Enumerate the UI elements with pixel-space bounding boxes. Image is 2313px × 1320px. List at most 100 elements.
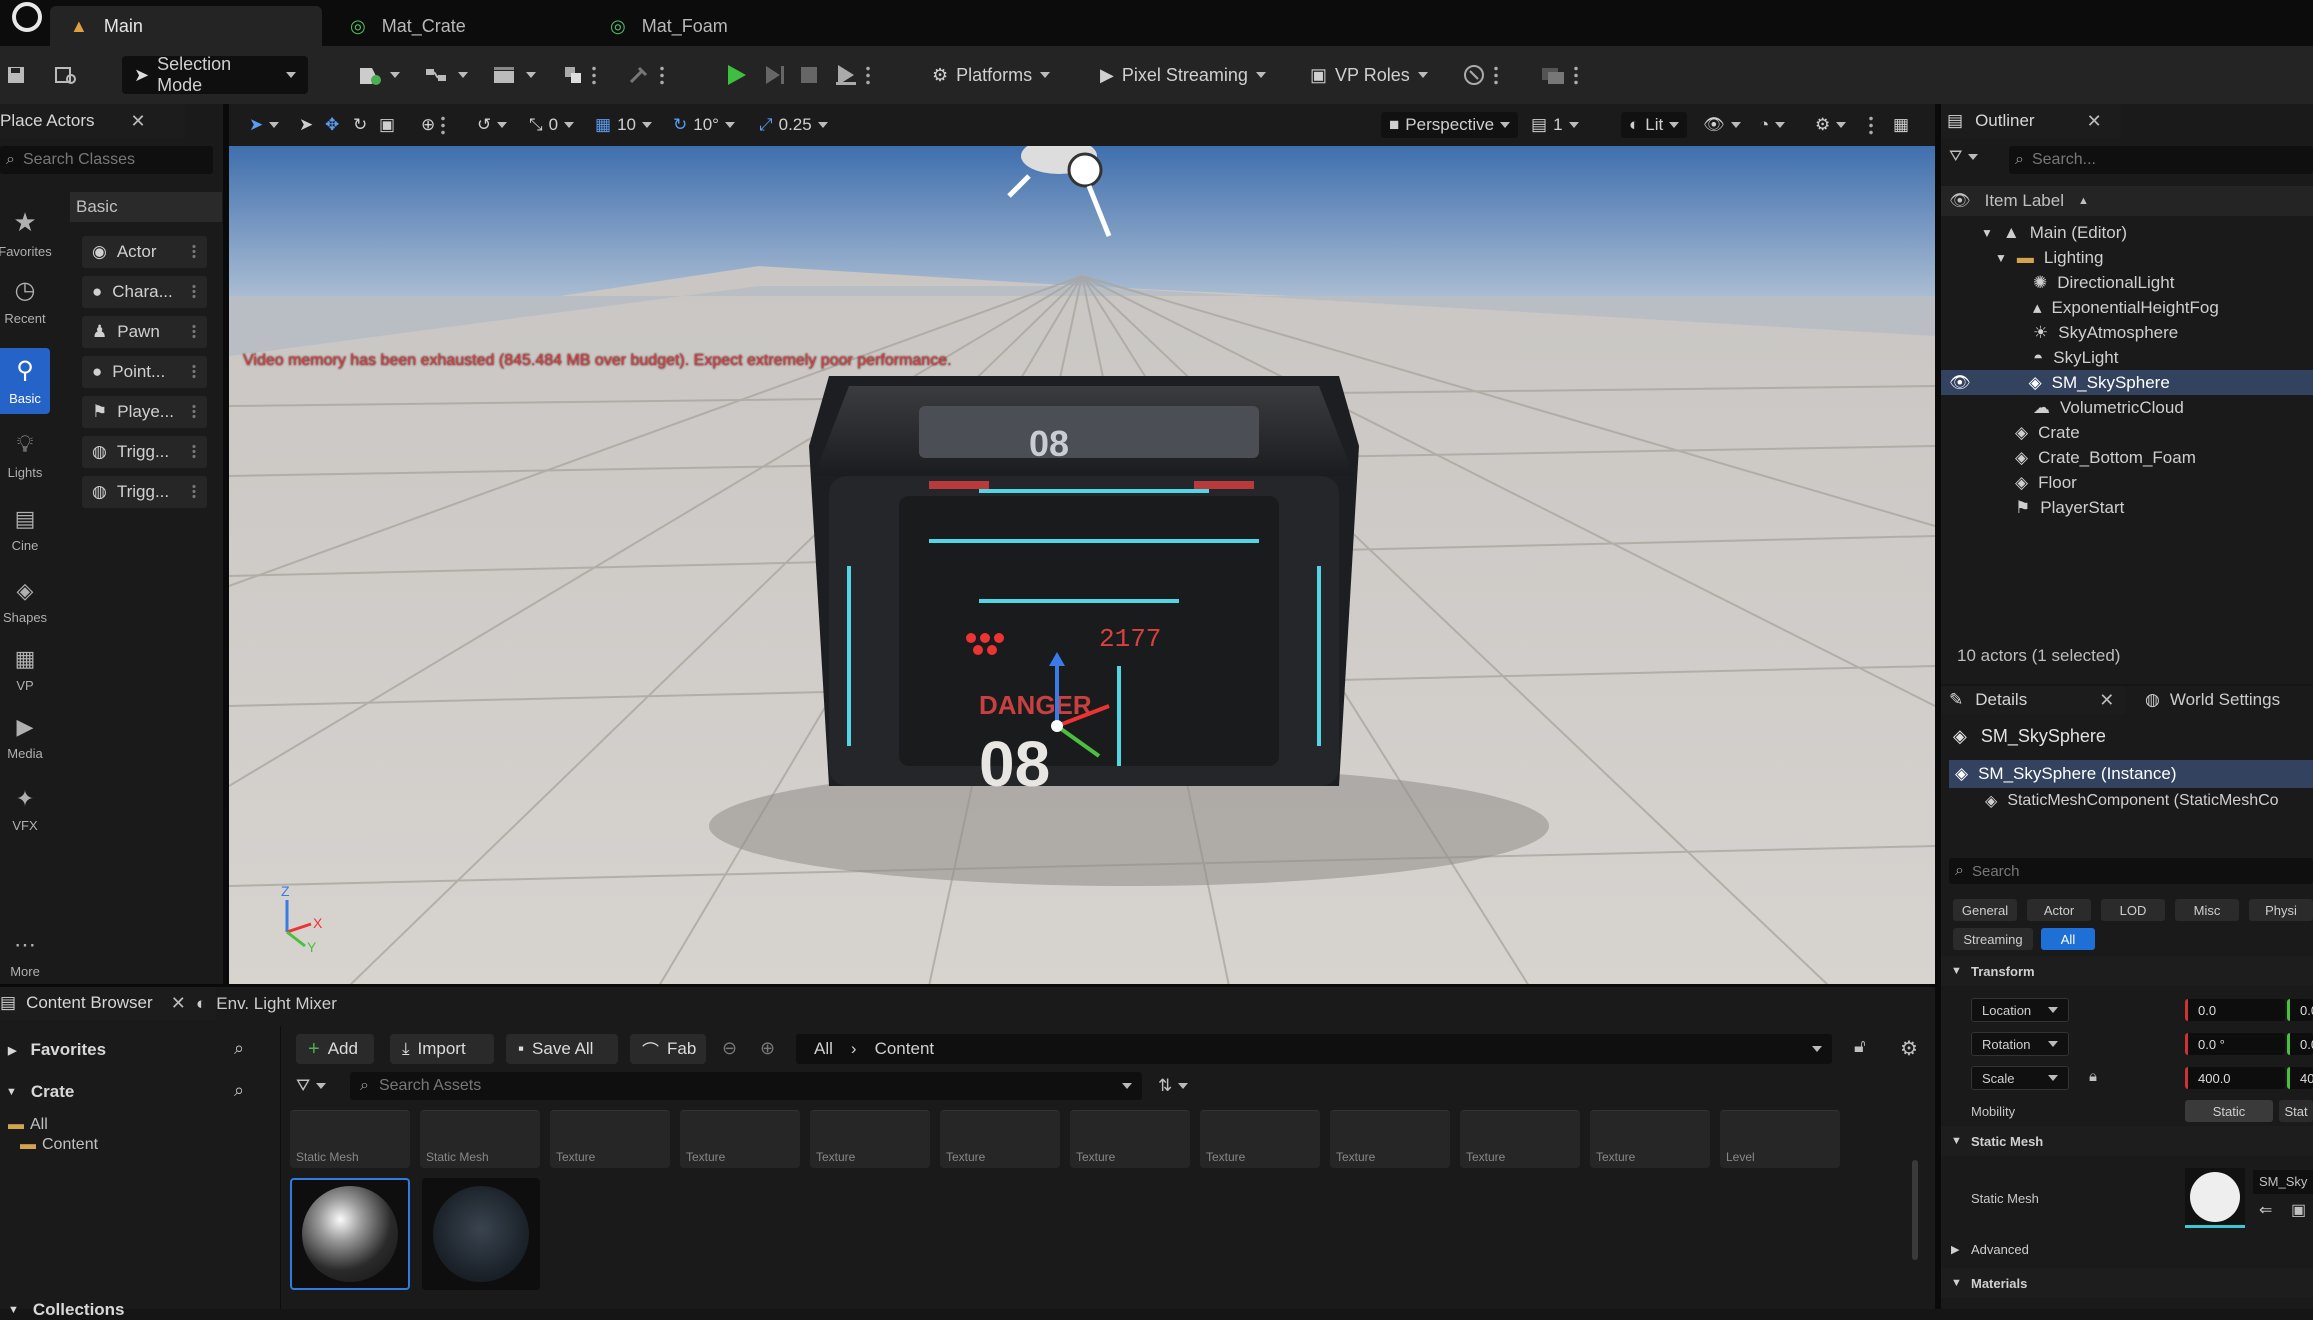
component-instance-row[interactable]: ◈ SM_SkySphere (Instance) [1949, 760, 2313, 788]
tree-item-skylight[interactable]: ◓ SkyLight [2033, 345, 2118, 370]
drag-handle[interactable] [191, 444, 197, 460]
asset-tile[interactable]: Level [1720, 1110, 1840, 1168]
modes-icon[interactable] [562, 56, 596, 94]
category-basic[interactable]: ⚲ Basic [0, 348, 50, 414]
actor-item[interactable]: ◉ Actor [82, 236, 207, 268]
select-mode-icon[interactable]: ➤ [249, 112, 280, 138]
actor-item[interactable]: ♟ Pawn [82, 316, 207, 348]
tree-item-all[interactable]: ▬ All [8, 1116, 48, 1134]
vp-roles-dropdown[interactable]: ▣ VP Roles [1310, 56, 1428, 94]
collections-section[interactable]: ▼ Collections [8, 1300, 268, 1320]
tree-item-lighting[interactable]: ▼ ▬ Lighting [1995, 245, 2313, 270]
category-cine[interactable]: ▤ Cine [0, 496, 50, 562]
drag-handle[interactable] [191, 244, 197, 260]
browse-asset-icon[interactable]: ⇐ [2259, 1200, 2272, 1220]
filter-physics[interactable]: Physi [2249, 899, 2313, 921]
outliner-search-input[interactable]: ⌕ Search... [2009, 146, 2313, 174]
forward-icon[interactable]: ⊕ [760, 1038, 775, 1059]
category-shapes[interactable]: ◈ Shapes [0, 568, 50, 634]
drag-handle[interactable] [191, 484, 197, 500]
asset-tile[interactable]: Texture [550, 1110, 670, 1168]
asset-thumbnail[interactable] [422, 1178, 540, 1290]
blueprint-icon[interactable] [424, 56, 468, 94]
world-local-icon[interactable]: ⊕ [421, 112, 446, 138]
selection-mode-dropdown[interactable]: ➤ Selection Mode [122, 54, 308, 95]
filter-lod[interactable]: LOD [2101, 899, 2165, 921]
viewport-settings-icon[interactable]: ⚙ [1815, 112, 1847, 138]
revision-control-icon[interactable] [1462, 56, 1498, 94]
tree-item-volumetriccloud[interactable]: ☁ VolumetricCloud [2033, 395, 2184, 420]
env-light-mixer-tab[interactable]: ◐ Env. Light Mixer [196, 994, 337, 1014]
filter-icon[interactable]: ⛛ [1949, 148, 1979, 166]
drag-handle[interactable] [191, 284, 197, 300]
surface-snap-icon[interactable]: ↺ [477, 112, 508, 138]
asset-thumbnail-selected[interactable] [290, 1178, 410, 1290]
actor-item[interactable]: ● Point... [82, 356, 207, 388]
build-icon[interactable] [628, 56, 664, 94]
filter-all[interactable]: All [2041, 928, 2095, 950]
select-icon[interactable]: ➤ [299, 112, 313, 138]
filter-general[interactable]: General [1953, 899, 2017, 921]
rotation-y-field[interactable]: 0.0 [2287, 1033, 2313, 1055]
translate-icon[interactable]: ✥ [325, 112, 339, 138]
drag-handle[interactable] [191, 404, 197, 420]
angle-snap-toggle[interactable]: ↻ 10° [673, 112, 735, 138]
lock-icon[interactable]: 🔓︎ [1854, 1036, 1866, 1057]
scale-snap-toggle[interactable]: ⤢ 0.25 [759, 112, 828, 138]
save-icon[interactable] [6, 56, 26, 94]
drag-handle[interactable] [191, 324, 197, 340]
tree-item-directionallight[interactable]: ✺ DirectionalLight [2033, 270, 2174, 295]
viewport-options-icon[interactable] [1869, 112, 1873, 138]
details-tab[interactable]: ✎ Details ✕ [1941, 686, 2125, 714]
section-materials[interactable]: ▼ Materials [1941, 1268, 2313, 1298]
breadcrumb-leaf[interactable]: Content [875, 1039, 935, 1059]
search-classes-input[interactable]: ⌕ Search Classes [0, 146, 213, 174]
component-row[interactable]: ◈ StaticMeshComponent (StaticMeshCo [1985, 791, 2279, 811]
asset-tile[interactable]: Texture [940, 1110, 1060, 1168]
category-vfx[interactable]: ✦ VFX [0, 776, 50, 842]
actor-item[interactable]: ⚑ Playe... [82, 396, 207, 428]
asset-tile[interactable]: Static Mesh [420, 1110, 540, 1168]
asset-tile[interactable]: Texture [1330, 1110, 1450, 1168]
scale-icon[interactable]: ▣ [379, 112, 395, 138]
scale-dropdown[interactable]: Scale [1971, 1066, 2069, 1090]
location-dropdown[interactable]: Location [1971, 998, 2069, 1022]
filter-actor[interactable]: Actor [2027, 899, 2091, 921]
performance-icon[interactable]: ◔ [1759, 112, 1786, 138]
mobility-stationary-button[interactable]: Stat [2279, 1100, 2313, 1122]
show-flags-icon[interactable]: 👁︎ [1703, 112, 1741, 138]
grid-snap-toggle[interactable]: ▦ 10 [595, 112, 652, 138]
asset-tile[interactable]: Texture [1200, 1110, 1320, 1168]
step-button[interactable] [762, 56, 786, 94]
fab-button[interactable]: ⌒ Fab [630, 1034, 706, 1064]
asset-tile[interactable]: Texture [810, 1110, 930, 1168]
details-search-input[interactable]: ⌕ Search [1949, 858, 2313, 884]
stop-button[interactable] [798, 56, 820, 94]
actor-item[interactable]: ◍ Trigg... [82, 476, 207, 508]
camera-speed-dropdown[interactable]: ▤ 1 [1531, 112, 1579, 138]
rotation-x-field[interactable]: 0.0 ° [2185, 1033, 2285, 1055]
asset-tile[interactable]: Texture [680, 1110, 800, 1168]
eject-button[interactable] [834, 56, 870, 94]
tree-item-content[interactable]: ▬ Content [20, 1136, 98, 1154]
tree-item-crate[interactable]: ◈ Crate [2015, 420, 2080, 445]
unreal-logo-icon[interactable] [12, 2, 42, 32]
drag-handle[interactable] [191, 364, 197, 380]
close-icon[interactable]: ✕ [171, 993, 186, 1014]
tree-item-playerstart[interactable]: ⚑ PlayerStart [2015, 495, 2124, 520]
close-icon[interactable]: ✕ [2099, 690, 2114, 711]
tree-item-sm-skysphere[interactable]: 👁︎ ◈ SM_SkySphere [1941, 370, 2313, 395]
sort-icon[interactable]: ⇅ [1158, 1076, 1189, 1096]
category-favorites[interactable]: ★ Favorites [0, 200, 52, 266]
filter-misc[interactable]: Misc [2175, 899, 2239, 921]
category-vp[interactable]: ▦ VP [0, 636, 50, 702]
find-asset-icon[interactable]: ▣ [2291, 1200, 2306, 1220]
import-button[interactable]: ⤓ Import [390, 1034, 494, 1064]
category-lights[interactable]: 💡︎ Lights [0, 422, 50, 488]
platforms-dropdown[interactable]: ⚙ Platforms [920, 56, 1072, 94]
favorites-section[interactable]: ▶ Favorites [8, 1040, 268, 1060]
cinematics-icon[interactable] [492, 56, 536, 94]
mobility-static-button[interactable]: Static [2185, 1100, 2273, 1122]
back-icon[interactable]: ⊖ [722, 1038, 737, 1059]
asset-tile[interactable]: Texture [1070, 1110, 1190, 1168]
